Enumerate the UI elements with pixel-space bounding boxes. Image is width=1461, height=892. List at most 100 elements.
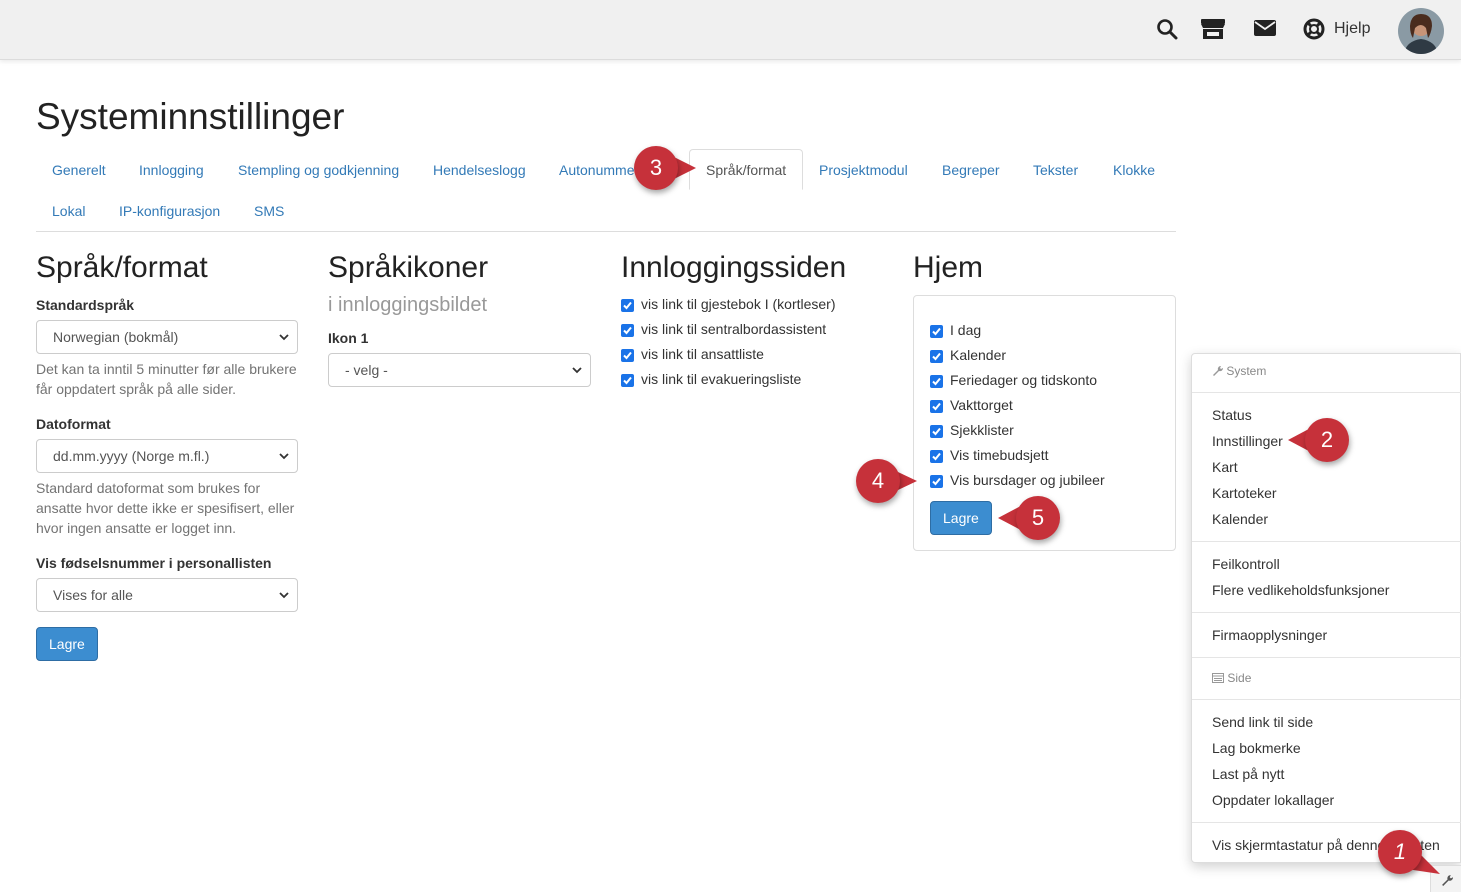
help-line: får oppdatert språk på alle sider. [36,381,237,397]
tab-generelt[interactable]: Generelt [36,150,122,190]
search-icon[interactable] [1156,18,1180,42]
checkbox-checked[interactable] [930,400,943,413]
menu-item-bokmerke[interactable]: Lag bokmerke [1212,740,1301,756]
save-button[interactable]: Lagre [36,627,98,661]
date-help-text: Standard datoformat som brukes for ansat… [36,478,306,538]
menu-divider [1192,699,1461,700]
standard-language-value: Norwegian (bokmål) [53,329,179,345]
checkbox-checked[interactable] [930,475,943,488]
standard-language-label: Standardspråk [36,297,135,313]
tab-lokal[interactable]: Lokal [36,191,101,231]
chevron-down-icon [279,453,289,460]
menu-item-vedlikehold[interactable]: Flere vedlikeholdsfunksjoner [1212,582,1389,598]
checkbox-label: Vis bursdager og jubileer [950,472,1105,488]
date-format-select[interactable]: dd.mm.yyyy (Norge m.fl.) [36,439,298,473]
tab-sprak-format[interactable]: Språk/format [689,149,804,190]
checkbox-checked[interactable] [930,325,943,338]
menu-header-label: Side [1227,671,1252,685]
tab-ip-konfigurasjon[interactable]: IP-konfigurasjon [103,191,236,231]
tab-hendelseslogg[interactable]: Hendelseslogg [417,150,542,190]
marker-2: 2 [1305,418,1349,462]
checkbox-checked[interactable] [930,450,943,463]
help-line: Det kan ta inntil 5 minutter før alle br… [36,361,297,377]
chevron-down-icon [279,592,289,599]
date-format-label: Datoformat [36,416,111,432]
checkbox-checked[interactable] [621,374,634,387]
marker-3: 3 [634,146,678,190]
sprakikoner-subtitle: i innloggingsbildet [328,294,488,316]
page-icon [1212,673,1224,683]
mail-icon[interactable] [1253,18,1277,42]
checkbox-label: I dag [950,322,982,338]
checkbox-label: Vis timebudsjett [950,447,1049,463]
checkbox-checked[interactable] [621,349,634,362]
help-line: ansatte hvor dette ikke er spesifisert, … [36,500,295,516]
innlogging-heading: Innloggingssiden [621,251,847,284]
checkbox-label: Kalender [950,347,1007,363]
tab-prosjektmodul[interactable]: Prosjektmodul [803,150,924,190]
tab-begreper[interactable]: Begreper [926,150,1016,190]
sprakikoner-heading: Språkikoner [328,251,489,284]
menu-item-status[interactable]: Status [1212,407,1252,423]
checkbox-checked[interactable] [621,324,634,337]
hjem-save-button[interactable]: Lagre [930,501,992,535]
menu-item-kalender[interactable]: Kalender [1212,511,1268,527]
checkbox-label: Vakttorget [950,397,1013,413]
tab-tekster[interactable]: Tekster [1017,150,1094,190]
birthnumber-label: Vis fødselsnummer i personallisten [36,555,272,571]
icon1-label: Ikon 1 [328,330,369,346]
menu-item-kartoteker[interactable]: Kartoteker [1212,485,1277,501]
help-line: hvor ingen ansatte er logget inn. [36,520,237,536]
page-title: Systeminnstillinger [36,96,345,137]
birthnumber-select[interactable]: Vises for alle [36,578,298,612]
menu-item-reload[interactable]: Last på nytt [1212,766,1284,782]
menu-divider [1192,657,1461,658]
store-icon[interactable] [1200,18,1225,42]
checkbox-label: vis link til sentralbordassistent [641,321,827,337]
marker-4: 4 [856,459,900,503]
menu-divider [1192,541,1461,542]
language-help-text: Det kan ta inntil 5 minutter før alle br… [36,359,306,399]
standard-language-select[interactable]: Norwegian (bokmål) [36,320,298,354]
menu-header-system: System [1212,364,1266,378]
top-bar: Hjelp [0,0,1461,60]
help-link[interactable]: Hjelp [1334,20,1370,38]
checkbox-checked[interactable] [930,350,943,363]
tab-bar: Generelt Innlogging Stempling og godkjen… [36,149,1176,232]
menu-item-feilkontroll[interactable]: Feilkontroll [1212,556,1280,572]
icon1-select[interactable]: - velg - [328,353,591,387]
menu-item-send-link[interactable]: Send link til side [1212,714,1313,730]
chevron-down-icon [572,367,582,374]
menu-divider [1192,392,1461,393]
tab-innlogging[interactable]: Innlogging [123,150,220,190]
tab-stempling[interactable]: Stempling og godkjenning [222,150,415,190]
checkbox-label: Feriedager og tidskonto [950,372,1098,388]
menu-item-oppdater-lokallager[interactable]: Oppdater lokallager [1212,792,1334,808]
menu-item-innstillinger[interactable]: Innstillinger [1212,433,1283,449]
birthnumber-value: Vises for alle [53,587,133,603]
checkbox-label: vis link til ansattliste [641,346,764,362]
checkbox-label: vis link til gjestebok I (kortleser) [641,296,836,312]
chevron-down-icon [279,334,289,341]
checkbox-label: Sjekklister [950,422,1014,438]
lifebuoy-icon[interactable] [1303,18,1327,42]
menu-item-kart[interactable]: Kart [1212,459,1238,475]
date-format-value: dd.mm.yyyy (Norge m.fl.) [53,448,210,464]
tab-klokke[interactable]: Klokke [1097,150,1171,190]
avatar[interactable] [1398,8,1444,54]
menu-header-label: System [1226,364,1267,378]
checkbox-checked[interactable] [930,425,943,438]
wrench-icon [1213,365,1224,376]
menu-divider [1192,612,1461,613]
icon1-value: - velg - [345,362,388,378]
sprak-format-heading: Språk/format [36,251,208,284]
tab-sms[interactable]: SMS [238,191,300,231]
menu-item-firmaopplysninger[interactable]: Firmaopplysninger [1212,627,1327,643]
hjem-heading: Hjem [913,251,984,284]
help-line: Standard datoformat som brukes for [36,480,261,496]
menu-header-side: Side [1212,671,1251,685]
checkbox-checked[interactable] [621,299,634,312]
checkbox-checked[interactable] [930,375,943,388]
marker-1: 1 [1378,830,1422,874]
marker-5: 5 [1016,496,1060,540]
